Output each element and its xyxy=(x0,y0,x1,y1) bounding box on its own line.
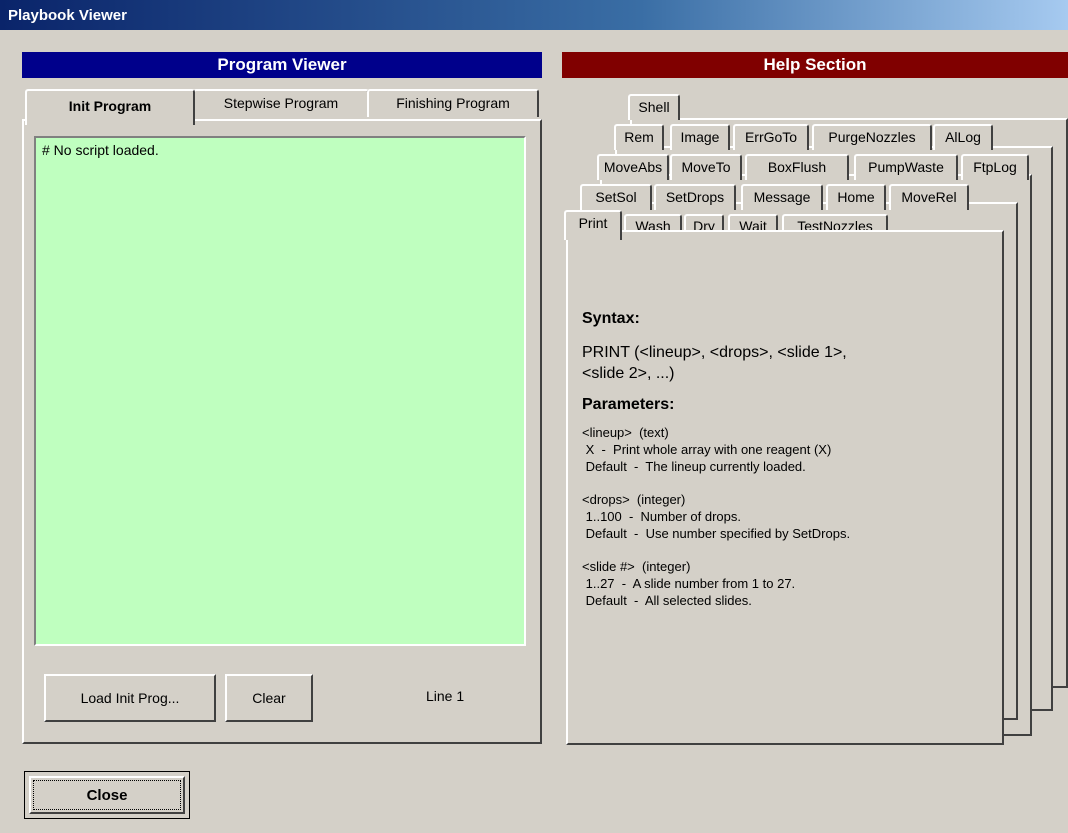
program-viewer-header: Program Viewer xyxy=(22,52,542,78)
help-tab-label: SetSol xyxy=(595,189,637,205)
parameters-heading: Parameters: xyxy=(582,396,675,413)
help-tab-message[interactable]: Message xyxy=(741,184,823,210)
help-tab-label: BoxFlush xyxy=(767,159,827,175)
program-viewer-title: Program Viewer xyxy=(217,55,347,74)
help-tab-moveto[interactable]: MoveTo xyxy=(670,154,742,180)
help-tab-label: Image xyxy=(680,129,720,145)
help-section-title: Help Section xyxy=(763,55,867,74)
help-tab-label: PurgeNozzles xyxy=(828,129,916,145)
help-tab-label: SetDrops xyxy=(665,189,725,205)
help-tab-label: MoveAbs xyxy=(603,159,663,175)
syntax-heading: Syntax: xyxy=(582,310,640,327)
tab-stepwise-program-label: Stepwise Program xyxy=(223,95,339,111)
script-editor-text: # No script loaded. xyxy=(42,142,159,158)
help-tab-label: Shell xyxy=(638,99,670,115)
help-tab-rem[interactable]: Rem xyxy=(614,124,664,150)
help-tab-boxflush[interactable]: BoxFlush xyxy=(745,154,849,180)
tab-finishing-program-label: Finishing Program xyxy=(396,95,510,111)
close-button[interactable]: Close xyxy=(24,771,190,819)
load-init-program-label: Load Init Prog... xyxy=(80,690,180,706)
line-status: Line 1 xyxy=(426,688,464,704)
clear-button[interactable]: Clear xyxy=(225,674,313,722)
active-tab-join xyxy=(27,118,193,122)
tab-stepwise-program[interactable]: Stepwise Program xyxy=(193,89,369,117)
help-tab-label: FtpLog xyxy=(973,159,1017,175)
load-init-program-button[interactable]: Load Init Prog... xyxy=(44,674,216,722)
help-tab-allog[interactable]: AlLog xyxy=(933,124,993,150)
help-tab-setdrops[interactable]: SetDrops xyxy=(654,184,736,210)
help-tab-label: Print xyxy=(578,215,608,231)
param-slide: <slide #> (integer) 1..27 - A slide numb… xyxy=(582,559,796,608)
help-tab-image[interactable]: Image xyxy=(670,124,730,150)
active-help-tab-join xyxy=(566,236,620,240)
tab-init-program-label: Init Program xyxy=(68,98,152,114)
help-tab-purgenozzles[interactable]: PurgeNozzles xyxy=(812,124,932,150)
script-editor[interactable]: # No script loaded. xyxy=(34,136,526,646)
help-tab-label: Message xyxy=(753,189,811,205)
help-tab-label: ErrGoTo xyxy=(744,129,798,145)
tab-finishing-program[interactable]: Finishing Program xyxy=(367,89,539,117)
help-tab-label: MoveTo xyxy=(681,159,731,175)
line-status-text: Line 1 xyxy=(426,688,465,704)
window-title: Playbook Viewer xyxy=(8,7,127,24)
help-tab-moveabs[interactable]: MoveAbs xyxy=(597,154,669,180)
help-tab-pumpwaste[interactable]: PumpWaste xyxy=(854,154,958,180)
help-tab-moverel[interactable]: MoveRel xyxy=(889,184,969,210)
help-tab-label: Home xyxy=(837,189,875,205)
help-tab-setsol[interactable]: SetSol xyxy=(580,184,652,210)
help-tab-errgoto[interactable]: ErrGoTo xyxy=(733,124,809,150)
help-tab-label: Rem xyxy=(624,129,654,145)
help-tab-label: MoveRel xyxy=(901,189,957,205)
syntax-line-2: <slide 2>, ...) xyxy=(582,365,675,382)
help-tab-ftplog[interactable]: FtpLog xyxy=(961,154,1029,180)
param-drops: <drops> (integer) 1..100 - Number of dro… xyxy=(582,492,851,541)
help-tab-shell[interactable]: Shell xyxy=(628,94,680,120)
syntax-line-1: PRINT (<lineup>, <drops>, <slide 1>, xyxy=(582,344,847,361)
help-tab-home[interactable]: Home xyxy=(826,184,886,210)
clear-button-label: Clear xyxy=(252,690,286,706)
help-section-header: Help Section xyxy=(562,52,1068,78)
help-content: Syntax: PRINT (<lineup>, <drops>, <slide… xyxy=(582,300,1002,609)
window-title-bar: Playbook Viewer xyxy=(0,0,1068,30)
close-button-label: Close xyxy=(86,786,128,804)
help-tab-label: AlLog xyxy=(945,129,981,145)
param-lineup: <lineup> (text) X - Print whole array wi… xyxy=(582,425,832,474)
help-tab-label: PumpWaste xyxy=(868,159,944,175)
